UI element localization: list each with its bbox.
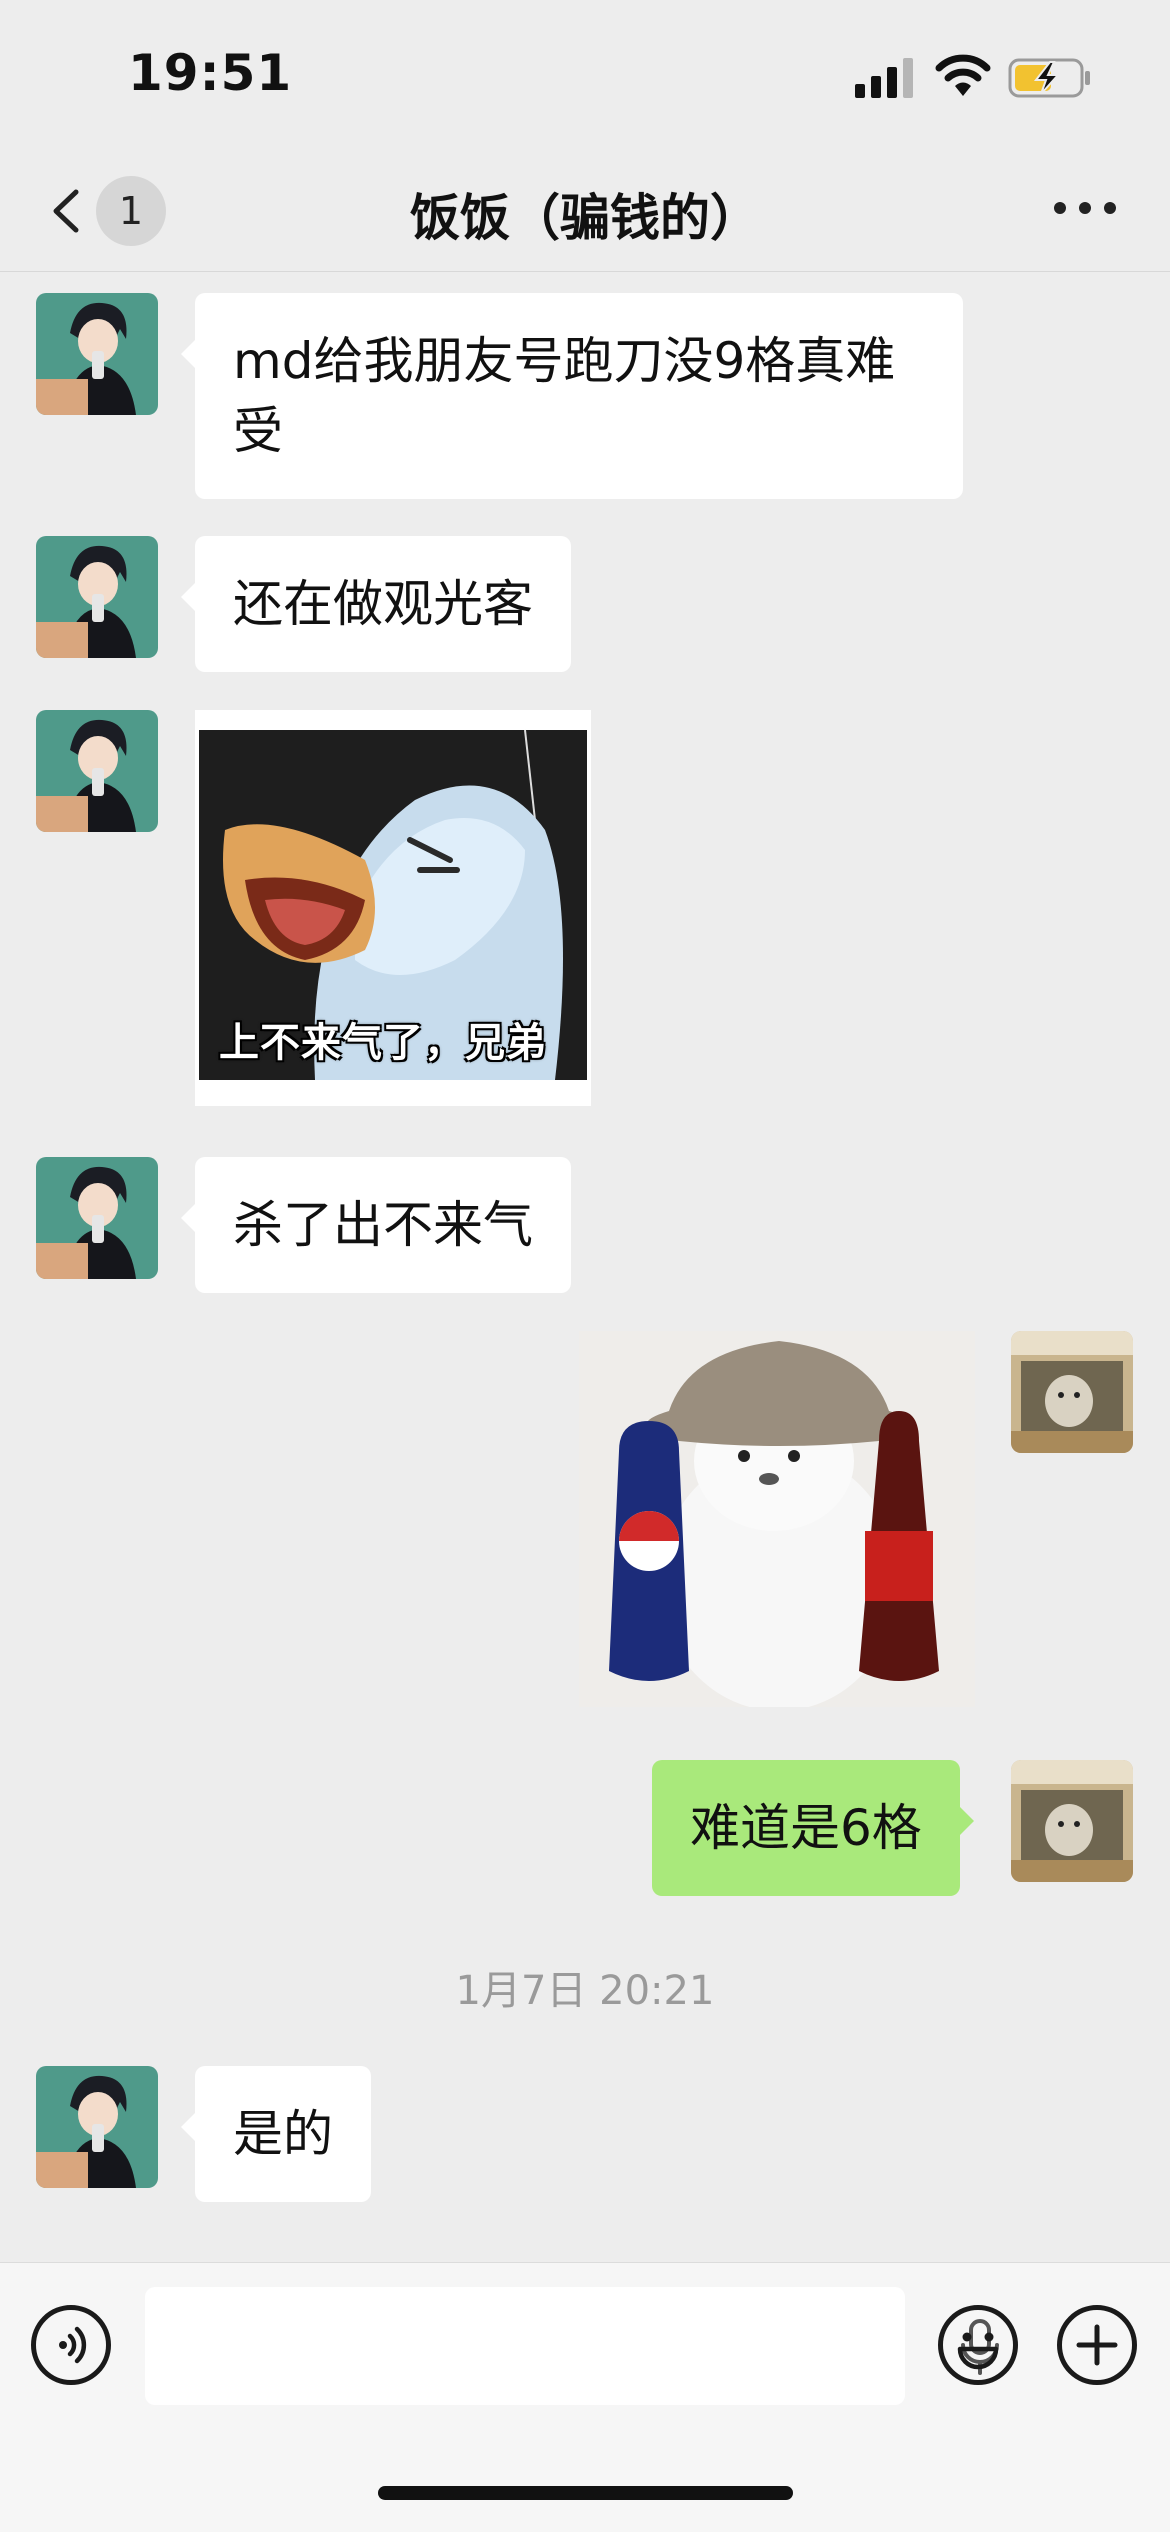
contact-avatar[interactable] xyxy=(36,536,158,658)
message-text: 还在做观光客 xyxy=(233,575,533,633)
chat-header: 1 饭饭（骗钱的） xyxy=(0,150,1170,272)
cat-cola-sticker[interactable] xyxy=(579,1331,975,1707)
my-avatar[interactable] xyxy=(1011,1760,1133,1882)
chat-title: 饭饭（骗钱的） xyxy=(410,189,760,247)
wifi-icon xyxy=(935,54,991,96)
status-time: 19:51 xyxy=(128,44,293,102)
cellular-signal-icon xyxy=(855,58,913,98)
more-dots-icon[interactable] xyxy=(1052,188,1118,228)
message-bubble-outgoing[interactable]: 难道是6格 xyxy=(652,1760,974,1896)
message-text: 是的 xyxy=(233,2105,333,2163)
message-bubble-incoming[interactable]: 还在做观光客 xyxy=(181,536,571,672)
contact-avatar[interactable] xyxy=(36,2066,158,2188)
my-avatar[interactable] xyxy=(1011,1331,1133,1453)
voice-mode-icon[interactable] xyxy=(31,2305,111,2385)
status-bar: 19:51 xyxy=(0,0,1170,150)
message-bubble-incoming[interactable]: md给我朋友号跑刀没9格真难受 xyxy=(181,293,963,499)
contact-avatar[interactable] xyxy=(36,293,158,415)
message-bubble-incoming[interactable]: 是的 xyxy=(181,2066,371,2202)
cat-cola-sticker-image xyxy=(579,1331,975,1707)
sticker-caption: 上不来气了，兄弟 xyxy=(219,1020,547,1066)
message-input[interactable] xyxy=(145,2287,999,2405)
duck-sticker[interactable]: 上不来气了，兄弟 xyxy=(195,710,591,1106)
message-text: md给我朋友号跑刀没9格真难受 xyxy=(233,332,896,460)
emoji-icon[interactable] xyxy=(938,2305,1018,2385)
contact-avatar[interactable] xyxy=(36,710,158,832)
message-text: 杀了出不来气 xyxy=(233,1196,533,1254)
battery-charging-icon xyxy=(1008,58,1090,98)
contact-avatar[interactable] xyxy=(36,1157,158,1279)
message-timestamp: 1月7日 20:21 xyxy=(455,1968,715,2014)
home-indicator[interactable] xyxy=(378,2486,793,2500)
plus-icon[interactable] xyxy=(1057,2305,1137,2385)
message-bubble-incoming[interactable]: 杀了出不来气 xyxy=(181,1157,571,1293)
message-text: 难道是6格 xyxy=(690,1799,922,1857)
